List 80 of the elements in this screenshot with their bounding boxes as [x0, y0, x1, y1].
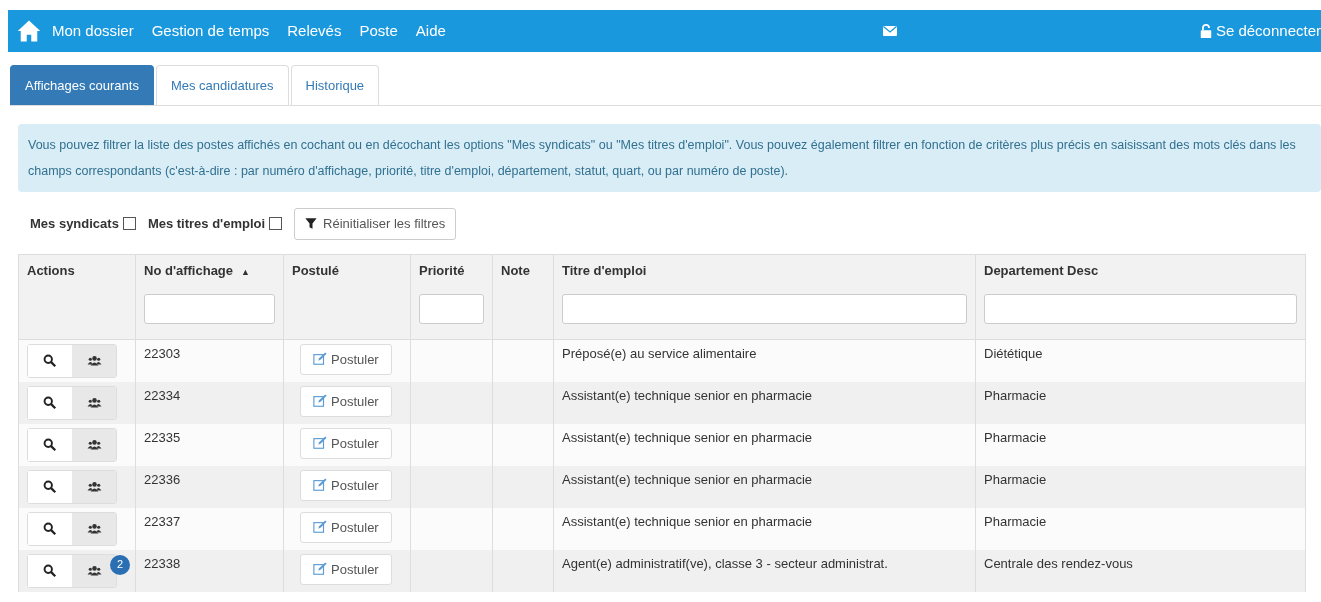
people-icon: [85, 521, 103, 536]
filter-icon: [305, 217, 318, 231]
filter-field[interactable]: [562, 294, 967, 324]
column-header[interactable]: Departement Desc: [984, 262, 1099, 278]
table-cell: 22338: [135, 549, 284, 592]
people-button[interactable]: [72, 470, 116, 503]
edit-icon: [313, 478, 327, 493]
table-cell: 22337: [135, 507, 284, 550]
table-cell: Assistant(e) technique senior en pharmacie: [553, 423, 976, 466]
search-button[interactable]: [28, 428, 72, 461]
apply-button[interactable]: Postuler: [300, 385, 392, 417]
info-message: Vous pouvez filtrer la liste des postes affichés en cochant ou en décochant les options "Mes syndicats" ou "Mes titres d'emploi". Vous pouvez également filtrer en fonction de critères plus précis en saisissant des mots clés dans les champs correspondants (c'est-à-dire : par numéro d'affichage, priorité, titre d'emploi, département, statut, quart, ou par numéro de poste).: [18, 124, 1321, 192]
edit-icon: [313, 394, 327, 409]
people-icon: [85, 563, 103, 578]
reset-filters-button[interactable]: Réinitialiser les filtres: [294, 208, 457, 240]
apply-button[interactable]: Postuler: [300, 343, 392, 375]
people-button[interactable]: [72, 344, 116, 377]
people-icon: [85, 437, 103, 452]
apply-button[interactable]: Postuler: [300, 469, 392, 501]
search-button[interactable]: [28, 512, 72, 545]
column-header[interactable]: Priorité: [419, 262, 465, 278]
tab[interactable]: Historique: [290, 65, 380, 105]
table-cell: Pharmacie: [975, 507, 1306, 550]
column-header[interactable]: Titre d'emploi: [562, 262, 647, 278]
search-button[interactable]: [28, 386, 72, 419]
search-icon: [43, 395, 57, 410]
search-button[interactable]: [28, 554, 72, 587]
apply-button[interactable]: Postuler: [300, 427, 392, 459]
table-cell: Pharmacie: [975, 423, 1306, 466]
column-header[interactable]: No d'affichage: [144, 262, 234, 278]
search-button[interactable]: [28, 470, 72, 503]
filter-label: Mes titres d'emploi: [147, 215, 266, 233]
tab[interactable]: Mes candidatures: [155, 65, 289, 105]
people-icon: [85, 395, 103, 410]
count-badge: 2: [110, 554, 130, 575]
apply-button[interactable]: Postuler: [300, 553, 392, 585]
lock-icon: [1198, 22, 1213, 40]
edit-icon: [313, 520, 327, 535]
home-icon: [16, 19, 42, 43]
filter-label: Mes syndicats: [30, 215, 119, 233]
search-icon: [43, 353, 57, 368]
table-cell: Préposé(e) au service alimentaire: [553, 339, 976, 382]
column-header[interactable]: Postulé: [292, 262, 339, 278]
people-button[interactable]: [72, 386, 116, 419]
table-cell: Pharmacie: [975, 465, 1306, 508]
table-cell: 22335: [135, 423, 284, 466]
edit-icon: [313, 352, 327, 367]
table-cell: Pharmacie: [975, 381, 1306, 424]
search-icon: [43, 437, 57, 452]
column-header[interactable]: Note: [501, 262, 530, 278]
table-cell: 22303: [135, 339, 284, 382]
people-icon: [85, 479, 103, 494]
table-cell: Assistant(e) technique senior en pharmacie: [553, 507, 976, 550]
table-cell: Centrale des rendez-vous: [975, 549, 1306, 592]
filter-field[interactable]: [419, 294, 484, 324]
sort-indicator[interactable]: ▲: [241, 266, 250, 277]
filter-field[interactable]: [144, 294, 275, 324]
checkbox[interactable]: [122, 217, 136, 231]
people-button[interactable]: [72, 554, 116, 587]
checkbox[interactable]: [269, 217, 283, 231]
people-button[interactable]: [72, 428, 116, 461]
table-cell: Assistant(e) technique senior en pharmacie: [553, 465, 976, 508]
people-icon: [85, 353, 103, 368]
table-cell: 22336: [135, 465, 284, 508]
edit-icon: [313, 562, 327, 577]
table-cell: Assistant(e) technique senior en pharmacie: [553, 381, 976, 424]
column-header[interactable]: Actions: [27, 262, 75, 278]
edit-icon: [313, 436, 327, 451]
table-cell: Agent(e) administratif(ve), classe 3 - secteur administrat.: [553, 549, 976, 592]
tab[interactable]: Affichages courants: [10, 65, 154, 105]
people-button[interactable]: [72, 512, 116, 545]
filter-field[interactable]: [984, 294, 1297, 324]
search-button[interactable]: [28, 344, 72, 377]
table-cell: Diététique: [975, 339, 1306, 382]
envelope-icon: [880, 23, 899, 39]
search-icon: [43, 521, 57, 536]
search-icon: [43, 479, 57, 494]
table-cell: 22334: [135, 381, 284, 424]
apply-button[interactable]: Postuler: [300, 511, 392, 543]
search-icon: [43, 563, 57, 578]
